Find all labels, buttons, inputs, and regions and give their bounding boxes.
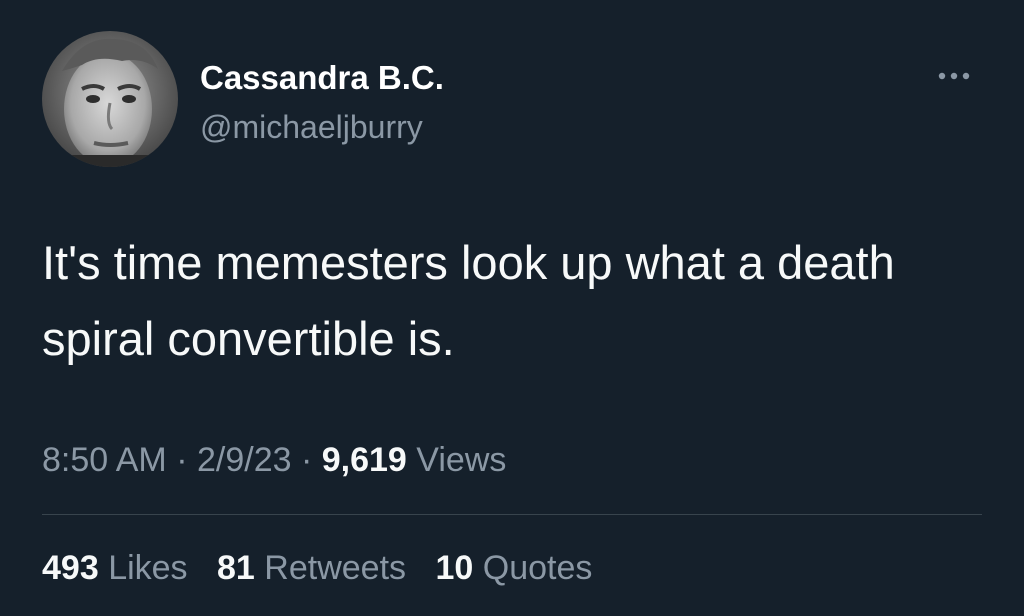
divider — [42, 514, 982, 515]
tweet-time[interactable]: 8:50 AM — [42, 441, 167, 479]
tweet-meta: 8:50 AM · 2/9/23 · 9,619 Views — [42, 436, 506, 484]
avatar-photo — [42, 31, 178, 167]
likes-stat[interactable]: 493 Likes — [42, 544, 188, 592]
tweet-date[interactable]: 2/9/23 — [197, 441, 292, 479]
more-options-button[interactable] — [926, 58, 982, 94]
quotes-stat[interactable]: 10 Quotes — [435, 544, 592, 592]
more-horizontal-icon — [938, 72, 970, 80]
avatar[interactable] — [42, 31, 178, 167]
retweets-label: Retweets — [264, 549, 407, 587]
engagement-stats: 493 Likes 81 Retweets 10 Quotes — [42, 544, 612, 592]
author-handle[interactable]: @michaeljburry — [200, 107, 423, 147]
quotes-label: Quotes — [482, 549, 593, 587]
meta-separator: · — [300, 441, 313, 479]
retweets-count: 81 — [217, 549, 255, 587]
tweet-card: Cassandra B.C. @michaeljburry It's time … — [0, 0, 1024, 616]
likes-label: Likes — [108, 549, 188, 587]
views-count: 9,619 — [321, 441, 407, 479]
author-display-name[interactable]: Cassandra B.C. — [200, 58, 444, 98]
views-label: Views — [416, 441, 507, 479]
retweets-stat[interactable]: 81 Retweets — [217, 544, 406, 592]
quotes-count: 10 — [435, 549, 474, 587]
likes-count: 493 — [42, 549, 99, 587]
meta-separator: · — [176, 441, 188, 479]
tweet-text: It's time memesters look up what a death… — [42, 236, 895, 365]
